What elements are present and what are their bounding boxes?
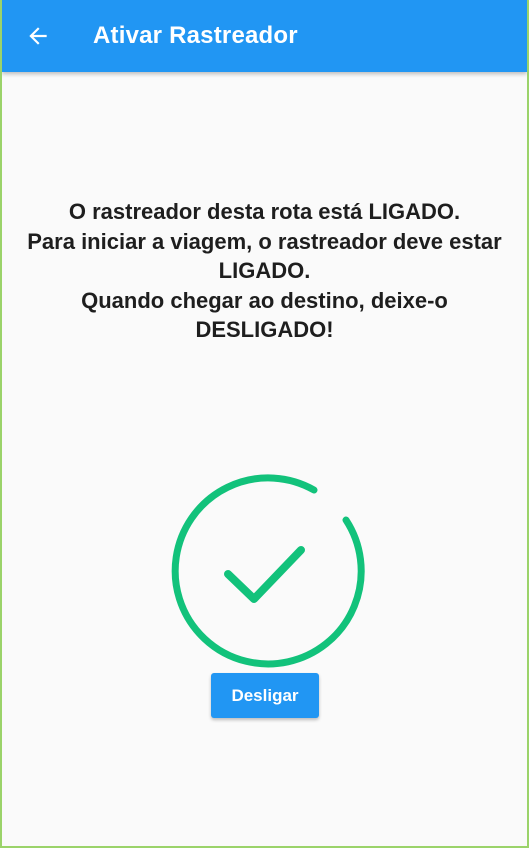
message-line-3: Quando chegar ao destino, deixe-o DESLIG…: [81, 287, 448, 343]
app-screen: Ativar Rastreador O rastreador desta rot…: [0, 0, 529, 848]
check-circle-icon: [171, 474, 365, 668]
arrow-back-icon: [29, 27, 47, 45]
message-line-2: Para iniciar a viagem, o rastreador deve…: [27, 228, 502, 284]
message-line-1: O rastreador desta rota está LIGADO.: [68, 199, 461, 224]
page-title: Ativar Rastreador: [93, 22, 298, 49]
turn-off-button[interactable]: Desligar: [211, 673, 319, 718]
app-bar: Ativar Rastreador: [2, 0, 527, 72]
back-button[interactable]: [22, 20, 54, 52]
tracker-status-message: O rastreador desta rota está LIGADO. Par…: [22, 197, 507, 345]
